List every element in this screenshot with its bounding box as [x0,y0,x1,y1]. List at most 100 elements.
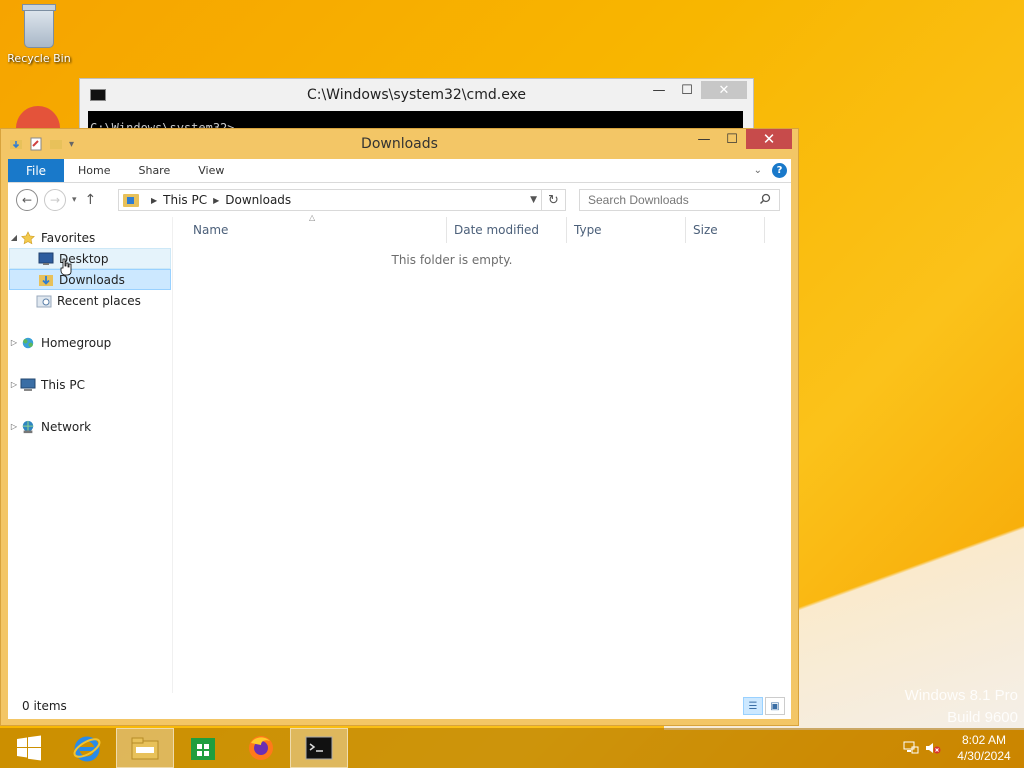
tree-item-recent-places[interactable]: Recent places [8,290,172,311]
breadcrumb-separator-icon[interactable]: ▶ [151,196,157,205]
internet-explorer-icon [73,736,101,762]
tree-label-homegroup: Homegroup [41,335,112,350]
recycle-bin-graphic-icon [22,4,56,48]
navigation-pane: ◢ Favorites Desktop Downloads Recent pla… [8,217,173,693]
search-placeholder: Search Downloads [588,193,689,207]
tree-item-this-pc[interactable]: ▷ This PC [8,374,172,395]
column-date-modified[interactable]: Date modified [446,217,567,243]
expand-arrow-icon[interactable]: ▷ [8,380,20,389]
taskbar-command-prompt[interactable] [290,728,348,768]
recycle-bin-label: Recycle Bin [7,52,71,65]
item-count: 0 items [22,699,67,713]
breadcrumb-separator-icon[interactable]: ▶ [213,196,219,205]
ribbon-tabs: File Home Share View ⌄ ? [8,159,791,183]
recycle-bin-icon[interactable]: Recycle Bin [6,4,72,65]
new-folder-icon[interactable] [49,137,63,151]
column-type[interactable]: Type [566,217,686,243]
tree-label-this-pc: This PC [41,377,85,392]
clock-time: 8:02 AM [961,733,1007,747]
collapse-arrow-icon[interactable]: ◢ [8,233,20,242]
back-button[interactable]: ← [16,189,38,211]
empty-folder-message: This folder is empty. [391,253,513,267]
search-input[interactable]: Search Downloads [579,189,780,211]
forward-button[interactable]: → [44,189,66,211]
windows-watermark-build: Build 9600 [947,709,1018,726]
breadcrumb-downloads[interactable]: Downloads [225,193,291,207]
large-icons-view-icon[interactable]: ▣ [765,697,785,715]
file-explorer-icon [131,737,159,760]
taskbar-file-explorer[interactable] [116,728,174,768]
tree-item-homegroup[interactable]: ▷ Homegroup [8,332,172,353]
store-icon [191,738,215,760]
tab-file[interactable]: File [8,159,64,182]
explorer-titlebar[interactable]: ▾ Downloads — ☐ ✕ [1,129,798,159]
command-prompt-icon [305,736,333,760]
explorer-window[interactable]: ▾ Downloads — ☐ ✕ File Home Share View ⌄… [0,128,799,726]
tree-item-desktop[interactable]: Desktop [9,248,171,269]
tree-label-network: Network [41,419,92,434]
hand-cursor-icon [60,258,72,276]
taskbar-firefox[interactable] [232,728,290,768]
customize-toolbar-icon[interactable]: ▾ [69,139,74,150]
desktop-icon [38,252,54,265]
network-tray-icon[interactable] [900,728,922,768]
cmd-titlebar[interactable]: C:\Windows\system32\cmd.exe — ☐ ✕ [80,79,753,111]
cmd-maximize-button[interactable]: ☐ [673,81,701,99]
address-history-icon[interactable]: ▼ [530,195,537,205]
maximize-button[interactable]: ☐ [718,129,746,149]
up-button[interactable]: ↑ [85,192,97,208]
taskbar-internet-explorer[interactable] [58,728,116,768]
firefox-icon [249,736,273,760]
recent-places-icon [36,295,52,307]
computer-icon [20,378,36,391]
tab-share[interactable]: Share [124,159,184,182]
explorer-title: Downloads [361,136,438,152]
recent-locations-icon[interactable]: ▾ [72,195,77,205]
tree-item-network[interactable]: ▷ Network [8,416,172,437]
windows-watermark-edition: Windows 8.1 Pro [904,687,1018,704]
clock-date: 4/30/2024 [957,749,1011,763]
close-button[interactable]: ✕ [746,129,792,149]
expand-arrow-icon[interactable]: ▷ [8,338,20,347]
downloads-icon [39,274,53,286]
column-headers: △ Name Date modified Type Size [173,213,791,243]
search-icon [759,193,771,205]
taskbar-clock[interactable]: 8:02 AM 4/30/2024 [944,732,1024,764]
expand-ribbon-icon[interactable]: ⌄ [754,165,762,176]
tree-item-downloads[interactable]: Downloads [9,269,171,290]
refresh-button[interactable]: ↻ [542,189,566,211]
address-bar[interactable]: ▶ This PC ▶ Downloads ▼ [118,189,542,211]
tab-home[interactable]: Home [64,159,124,182]
star-icon [21,230,35,244]
windows-logo-icon [17,735,41,761]
column-name[interactable]: Name [185,217,447,243]
downloads-folder-icon [123,193,139,207]
navigation-bar: ← → ▾ ↑ ▶ This PC ▶ Downloads ▼ ↻ Search… [8,183,791,217]
network-icon [22,420,34,433]
tree-label-favorites: Favorites [41,230,96,245]
details-view-icon[interactable]: ☰ [743,697,763,715]
cmd-close-button[interactable]: ✕ [701,81,747,99]
network-status-icon [903,741,919,754]
help-icon[interactable]: ? [772,163,787,178]
tab-view[interactable]: View [184,159,238,182]
volume-muted-icon [926,743,941,754]
desktop-shortcut-icon[interactable] [16,106,60,130]
column-size[interactable]: Size [685,217,765,243]
quick-access-toolbar: ▾ [1,137,74,151]
taskbar-store[interactable] [174,728,232,768]
status-bar: 0 items ☰ ▣ [8,693,791,719]
tree-label-recent-places: Recent places [57,293,141,308]
taskbar: 8:02 AM 4/30/2024 [0,728,1024,768]
homegroup-icon [22,337,34,348]
expand-arrow-icon[interactable]: ▷ [8,422,20,431]
volume-tray-icon[interactable] [922,728,944,768]
folder-app-icon [10,140,22,149]
start-button[interactable] [0,728,58,768]
minimize-button[interactable]: — [690,129,718,149]
file-list[interactable]: △ Name Date modified Type Size This fold… [173,213,791,693]
tree-item-favorites[interactable]: ◢ Favorites [8,227,172,248]
breadcrumb-this-pc[interactable]: This PC [163,193,207,207]
cmd-minimize-button[interactable]: — [645,81,673,99]
properties-icon[interactable] [29,137,43,151]
